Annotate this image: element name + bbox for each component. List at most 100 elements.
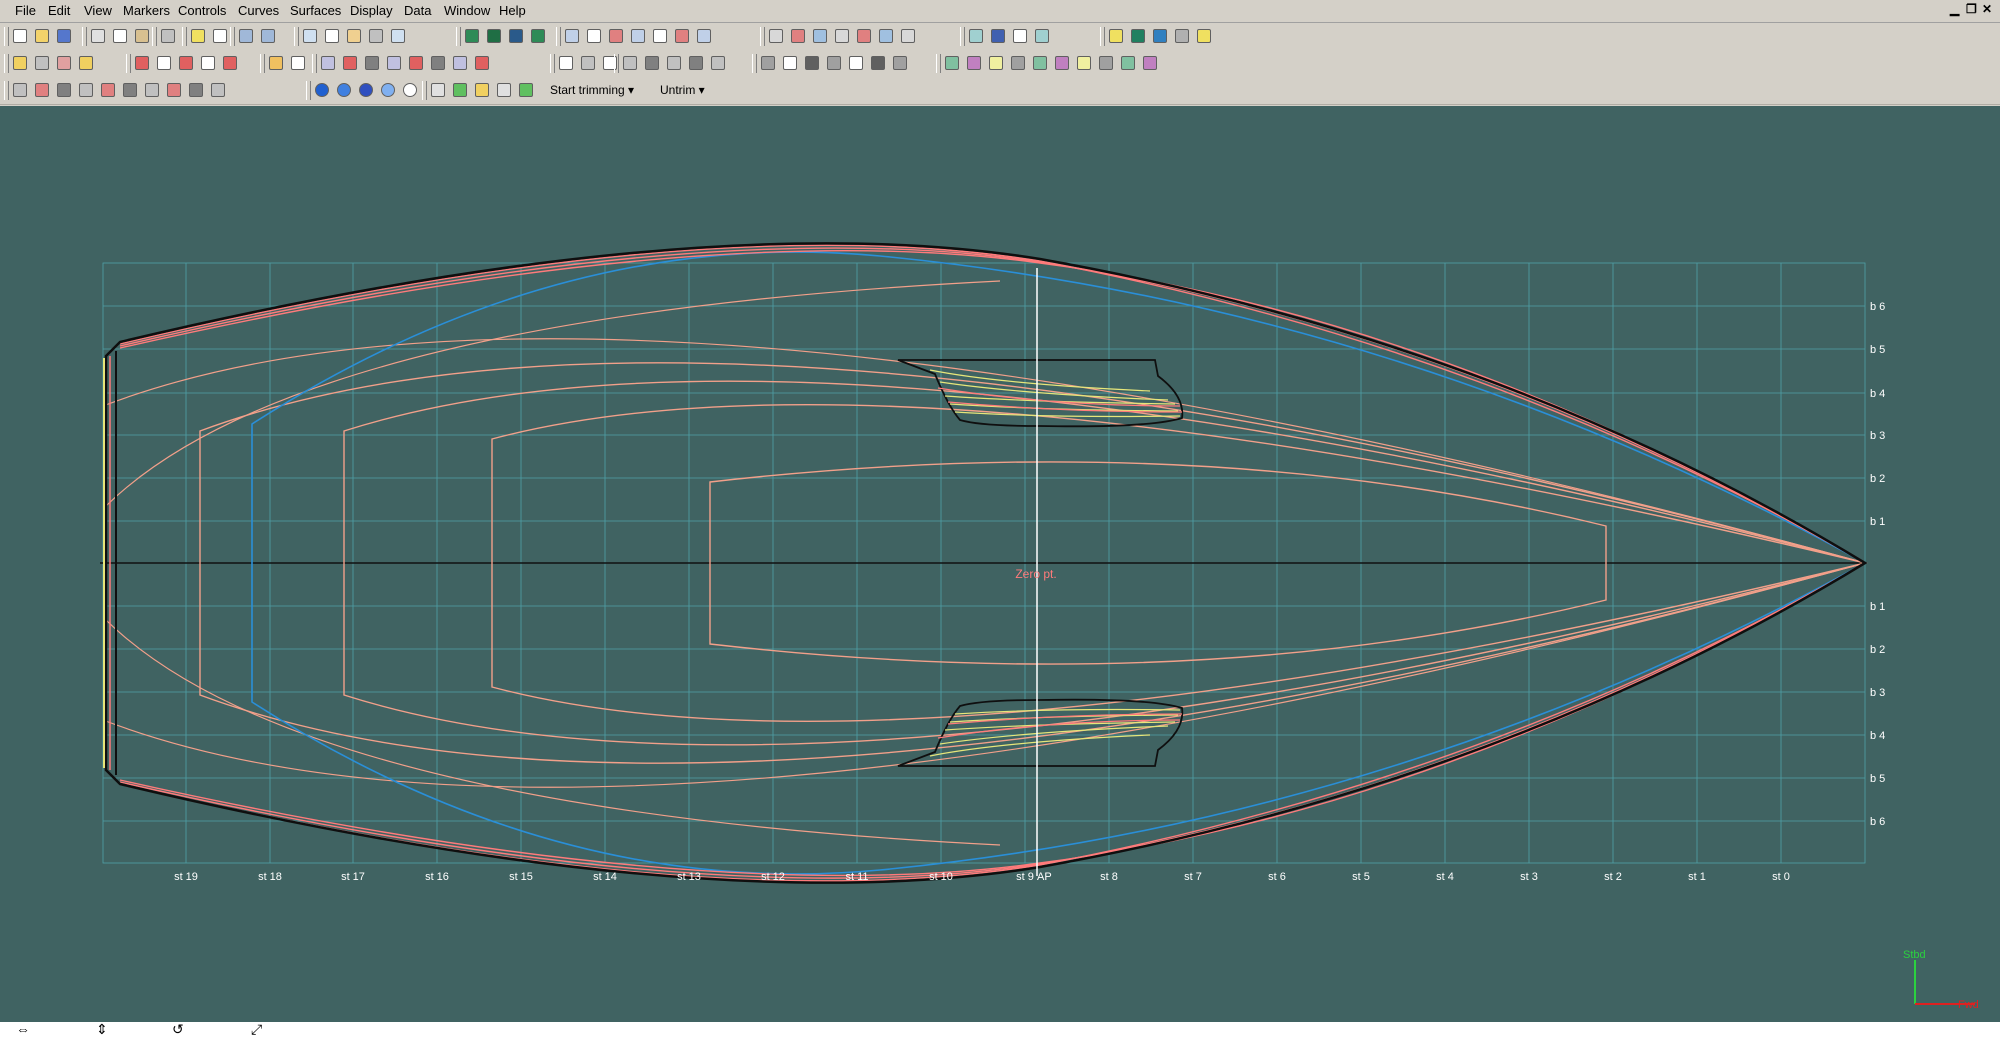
- restore-button[interactable]: ❐: [1966, 2, 1977, 16]
- print-tool-icon[interactable]: [158, 26, 178, 46]
- solid-tool-icon[interactable]: [378, 80, 398, 100]
- display-tool-icon[interactable]: [1128, 26, 1148, 46]
- transform-tool-icon[interactable]: [686, 53, 706, 73]
- pencil-tool-icon[interactable]: [10, 53, 30, 73]
- edit-tool-icon[interactable]: [318, 53, 338, 73]
- edit-tool-icon[interactable]: [428, 53, 448, 73]
- minimize-button[interactable]: ▁: [1950, 2, 1959, 16]
- trim-tool-icon[interactable]: [186, 80, 206, 100]
- menu-data[interactable]: Data: [404, 3, 431, 18]
- curve-tool-icon[interactable]: [198, 53, 218, 73]
- trim-tool-icon[interactable]: [10, 80, 30, 100]
- fit-tool-icon[interactable]: [556, 53, 576, 73]
- zoom-tool-icon[interactable]: [300, 26, 320, 46]
- view-tool-icon[interactable]: [506, 26, 526, 46]
- curve-edit-tool-icon[interactable]: [810, 26, 830, 46]
- shape-tool-icon[interactable]: [802, 53, 822, 73]
- graph-tool-icon[interactable]: [672, 26, 692, 46]
- curve-edit-tool-icon[interactable]: [876, 26, 896, 46]
- move-vertical-icon[interactable]: ⇕: [96, 1022, 108, 1037]
- transform-tool-icon[interactable]: [664, 53, 684, 73]
- menu-curves[interactable]: Curves: [238, 3, 279, 18]
- surface-tool-icon[interactable]: [986, 53, 1006, 73]
- move-horizontal-icon[interactable]: ⇔: [16, 1022, 30, 1037]
- undo-redo-tool-icon[interactable]: [236, 26, 256, 46]
- shape-tool-icon[interactable]: [780, 53, 800, 73]
- menu-display[interactable]: Display: [350, 3, 393, 18]
- undo-redo-tool-icon[interactable]: [258, 26, 278, 46]
- edit-tool-icon[interactable]: [450, 53, 470, 73]
- file-tool-icon[interactable]: [10, 26, 30, 46]
- surface-tool-icon[interactable]: [942, 53, 962, 73]
- clipboard-tool-icon[interactable]: [132, 26, 152, 46]
- solid-tool-icon[interactable]: [334, 80, 354, 100]
- zoom-tool-icon[interactable]: [366, 26, 386, 46]
- display-tool-icon[interactable]: [1150, 26, 1170, 46]
- view-tool-icon[interactable]: [528, 26, 548, 46]
- graph-tool-icon[interactable]: [562, 26, 582, 46]
- edit-tool-icon[interactable]: [406, 53, 426, 73]
- clipboard-tool-icon[interactable]: [110, 26, 130, 46]
- surface-tool-icon[interactable]: [1140, 53, 1160, 73]
- select-tool-icon[interactable]: [1032, 26, 1052, 46]
- pencil-tool-icon[interactable]: [32, 53, 52, 73]
- rotate-icon[interactable]: ↺: [172, 1022, 184, 1037]
- graph-tool-icon[interactable]: [628, 26, 648, 46]
- zoom-tool-icon[interactable]: [322, 26, 342, 46]
- graph-tool-icon[interactable]: [694, 26, 714, 46]
- pencil-tool-icon[interactable]: [76, 53, 96, 73]
- view-tool-icon[interactable]: [462, 26, 482, 46]
- shape-tool-icon[interactable]: [868, 53, 888, 73]
- menu-edit[interactable]: Edit: [48, 3, 70, 18]
- zoom-tool-icon[interactable]: [388, 26, 408, 46]
- display-tool-icon[interactable]: [1194, 26, 1214, 46]
- trim-tool-icon[interactable]: [98, 80, 118, 100]
- zoom-fit-icon[interactable]: ⤢: [251, 1022, 262, 1037]
- transform-tool-icon[interactable]: [620, 53, 640, 73]
- menu-help[interactable]: Help: [499, 3, 526, 18]
- curve-edit-tool-icon[interactable]: [766, 26, 786, 46]
- curve-edit-tool-icon[interactable]: [898, 26, 918, 46]
- curve-tool-icon[interactable]: [154, 53, 174, 73]
- surface-tool-icon[interactable]: [1052, 53, 1072, 73]
- help-tool-icon[interactable]: [188, 26, 208, 46]
- curve-edit-tool-icon[interactable]: [788, 26, 808, 46]
- file-tool-icon[interactable]: [32, 26, 52, 46]
- boolean-tool-icon[interactable]: [516, 80, 536, 100]
- zoom-tool-icon[interactable]: [344, 26, 364, 46]
- curve-edit-tool-icon[interactable]: [832, 26, 852, 46]
- menu-file[interactable]: File: [15, 3, 36, 18]
- close-button[interactable]: ✕: [1982, 2, 1992, 16]
- shape-tool-icon[interactable]: [824, 53, 844, 73]
- solid-tool-icon[interactable]: [312, 80, 332, 100]
- edit-tool-icon[interactable]: [340, 53, 360, 73]
- surface-tool-icon[interactable]: [964, 53, 984, 73]
- boolean-tool-icon[interactable]: [494, 80, 514, 100]
- trim-tool-icon[interactable]: [164, 80, 184, 100]
- edit-tool-icon[interactable]: [362, 53, 382, 73]
- menu-view[interactable]: View: [84, 3, 112, 18]
- curve-tool-icon[interactable]: [176, 53, 196, 73]
- trim-tool-icon[interactable]: [142, 80, 162, 100]
- graph-tool-icon[interactable]: [650, 26, 670, 46]
- curve-tool-icon[interactable]: [132, 53, 152, 73]
- menu-controls[interactable]: Controls: [178, 3, 226, 18]
- trim-tool-icon[interactable]: [32, 80, 52, 100]
- solid-tool-icon[interactable]: [356, 80, 376, 100]
- boolean-tool-icon[interactable]: [428, 80, 448, 100]
- graph-tool-icon[interactable]: [584, 26, 604, 46]
- boolean-tool-icon[interactable]: [450, 80, 470, 100]
- untrim-dropdown[interactable]: Untrim ▾: [660, 80, 705, 100]
- fit-tool-icon[interactable]: [578, 53, 598, 73]
- surface-tool-icon[interactable]: [1096, 53, 1116, 73]
- solid-tool-icon[interactable]: [400, 80, 420, 100]
- trim-tool-icon[interactable]: [120, 80, 140, 100]
- help-tool-icon[interactable]: [210, 26, 230, 46]
- draw-tool-icon[interactable]: [266, 53, 286, 73]
- graph-tool-icon[interactable]: [606, 26, 626, 46]
- menu-markers[interactable]: Markers: [123, 3, 170, 18]
- menu-surfaces[interactable]: Surfaces: [290, 3, 341, 18]
- edit-tool-icon[interactable]: [384, 53, 404, 73]
- draw-tool-icon[interactable]: [288, 53, 308, 73]
- select-tool-icon[interactable]: [988, 26, 1008, 46]
